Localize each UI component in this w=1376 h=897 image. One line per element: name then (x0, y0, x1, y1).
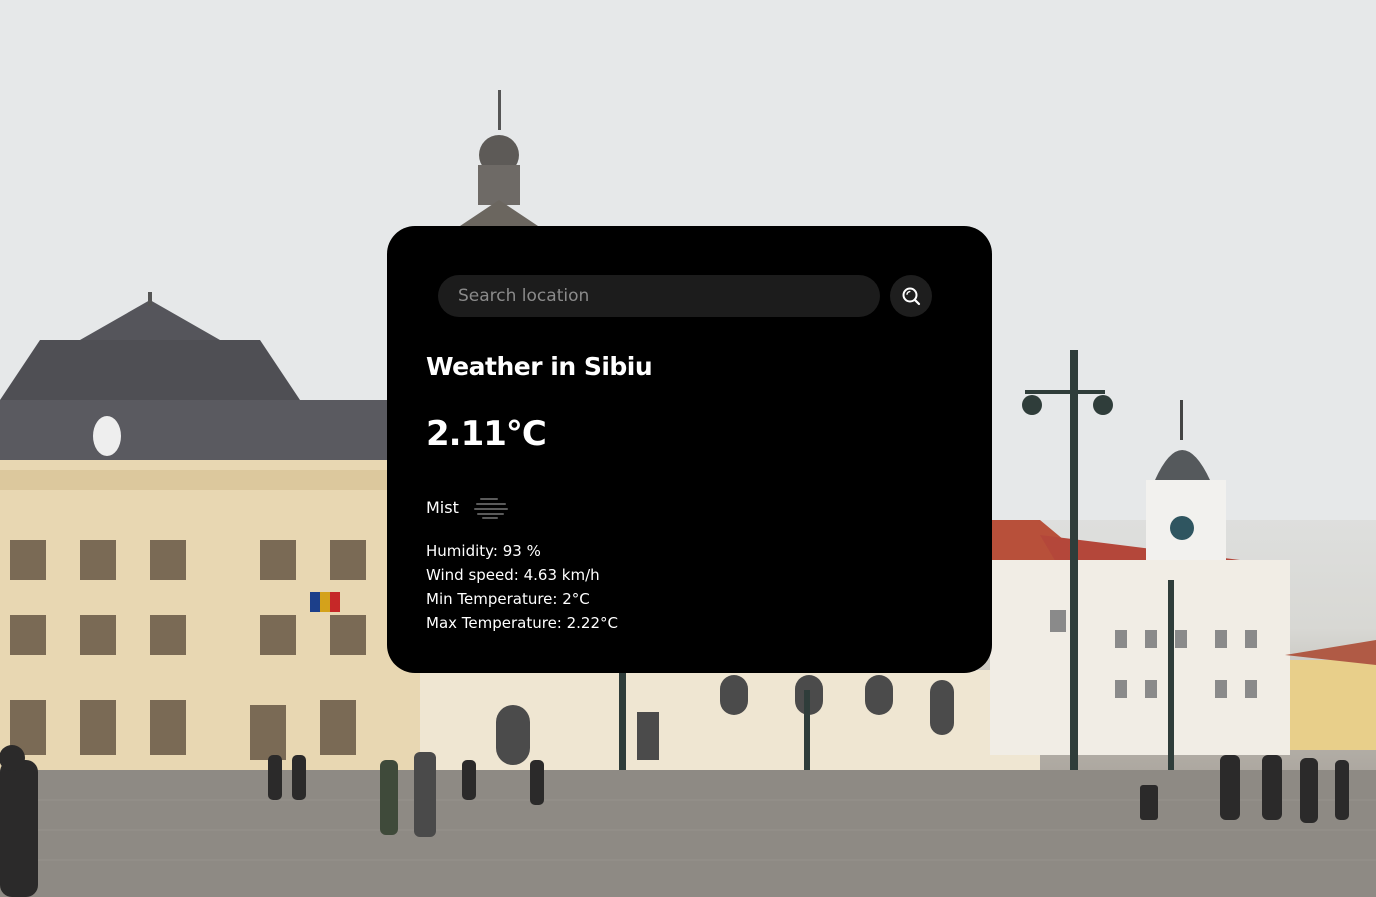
current-temperature: 2.11°C (426, 414, 547, 454)
search-button[interactable] (890, 275, 932, 317)
wind-speed-text: Wind speed: 4.63 km/h (426, 566, 600, 584)
weather-card: Weather in Sibiu 2.11°C Mist Humidity: 9… (387, 226, 992, 673)
mist-icon (473, 498, 508, 519)
search-input[interactable] (438, 275, 880, 317)
cobblestone-square (0, 770, 1376, 897)
search-icon (902, 287, 921, 306)
max-temperature-text: Max Temperature: 2.22°C (426, 614, 618, 632)
humidity-text: Humidity: 93 % (426, 542, 541, 560)
weather-condition: Mist (426, 494, 509, 520)
city-title: Weather in Sibiu (426, 352, 653, 381)
condition-label: Mist (426, 497, 459, 517)
center-building (420, 670, 1040, 770)
min-temperature-text: Min Temperature: 2°C (426, 590, 590, 608)
search-bar (438, 275, 933, 317)
weather-details: Humidity: 93 % Wind speed: 4.63 km/h Min… (426, 539, 618, 635)
